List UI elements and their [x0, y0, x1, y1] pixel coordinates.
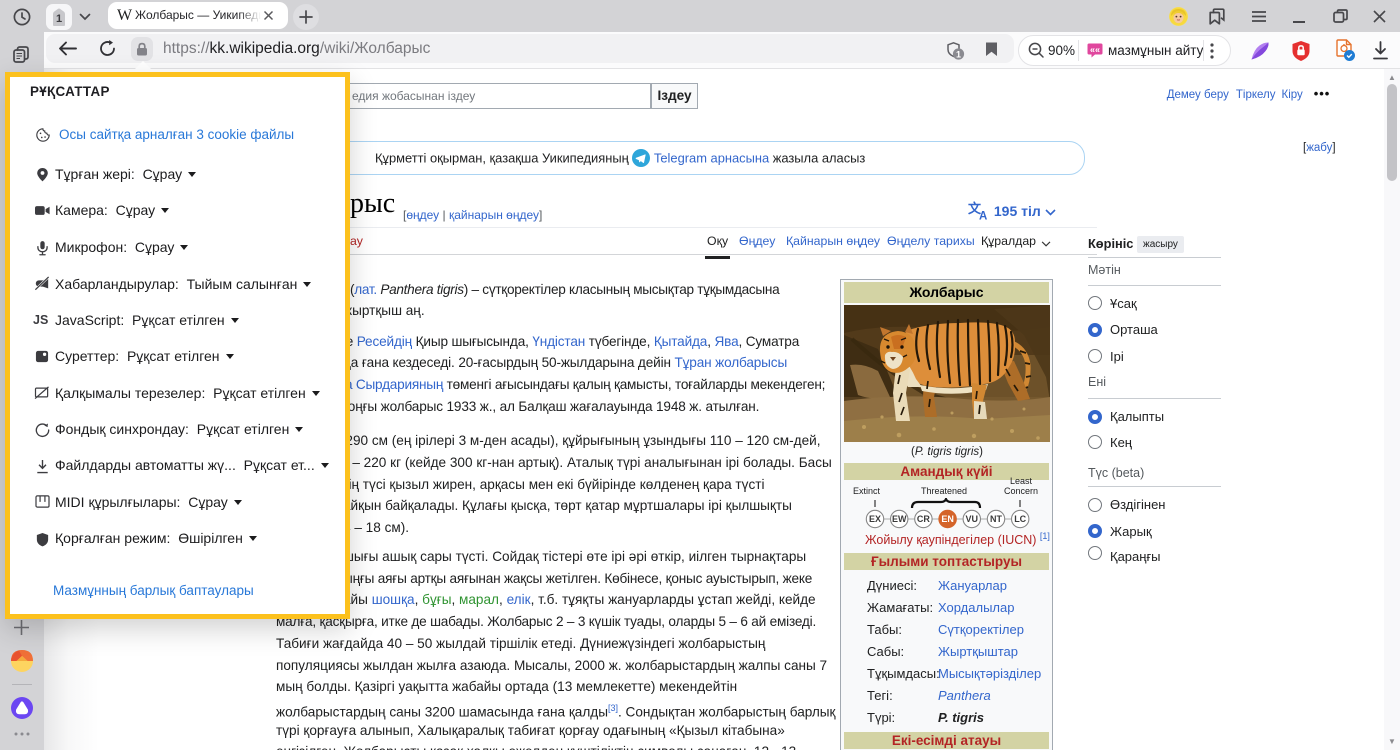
svg-text:EX: EX	[869, 514, 881, 524]
svg-text:1: 1	[956, 49, 961, 59]
svg-text:LC: LC	[1014, 514, 1026, 524]
svg-text:A: A	[979, 211, 987, 221]
svg-text:««: ««	[1090, 45, 1100, 55]
svg-text:1: 1	[56, 13, 62, 25]
svg-text:NT: NT	[990, 514, 1002, 524]
svg-text:VU: VU	[966, 514, 979, 524]
svg-text:EW: EW	[892, 514, 907, 524]
svg-text:CR: CR	[917, 514, 930, 524]
svg-text:EN: EN	[941, 514, 954, 524]
